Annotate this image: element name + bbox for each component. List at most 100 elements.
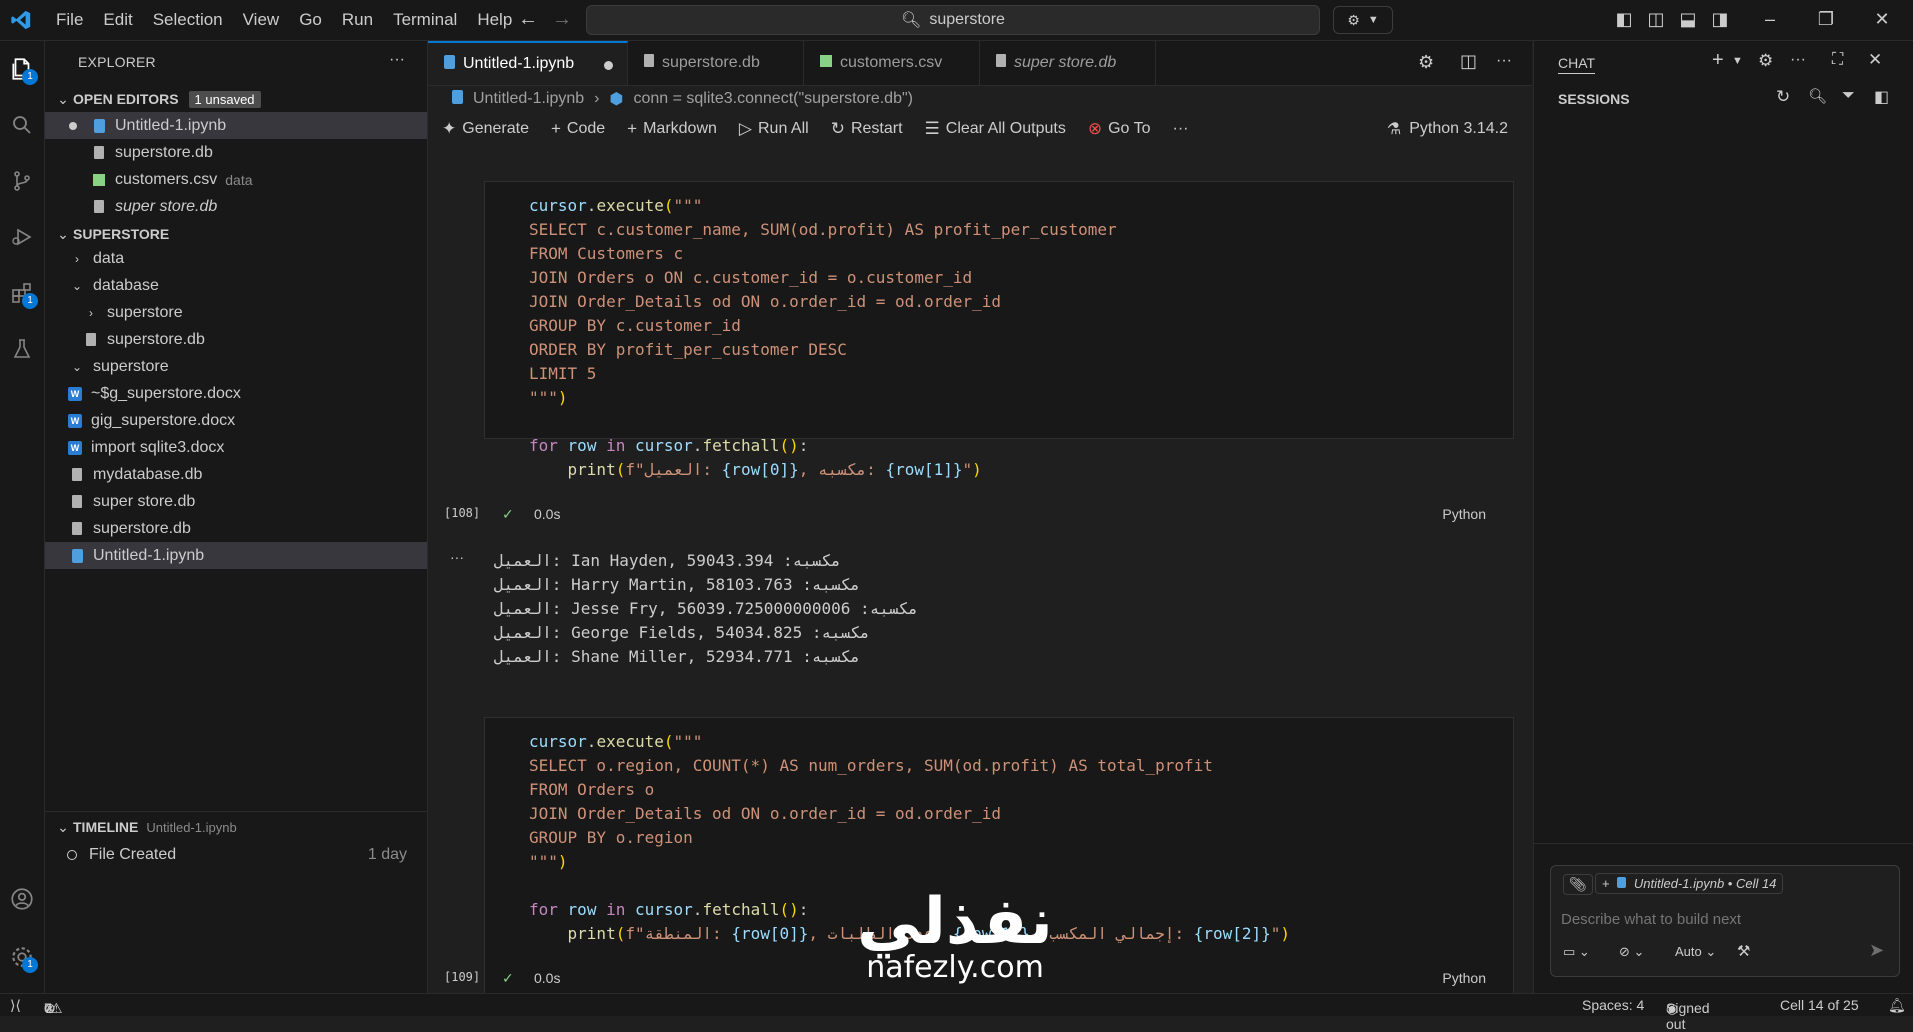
close-panel-icon[interactable]: ✕ [1868,50,1882,70]
run-debug-icon[interactable] [6,221,38,253]
tree-file[interactable]: W gig_superstore.docx [45,407,427,434]
menu-selection[interactable]: Selection [143,10,233,30]
cell-source[interactable]: cursor.execute(""" SELECT o.region, COUN… [529,730,1290,946]
cell-position-indicator[interactable]: Cell 14 of 25 [1780,997,1859,1013]
tree-folder-superstore[interactable]: ⌄ superstore [45,353,427,380]
accounts-icon[interactable] [6,883,38,915]
tree-file[interactable]: W ~$g_superstore.docx [45,380,427,407]
breadcrumb-symbol[interactable]: conn = sqlite3.connect("superstore.db") [633,90,913,108]
code-cell[interactable]: cursor.execute(""" SELECT o.region, COUN… [484,717,1514,1005]
tab-super-store-db[interactable]: super store.db [980,41,1156,85]
menu-terminal[interactable]: Terminal [383,10,467,30]
agent-mode-picker[interactable]: ▭ ⌄ [1563,944,1590,960]
generate-button[interactable]: ✦ Generate [442,119,529,139]
output-more-icon[interactable]: ··· [450,549,464,565]
open-editor-item[interactable]: customers.csv data [45,166,427,193]
toggle-secondary-sidebar-icon[interactable]: ◨ [1710,9,1730,29]
run-all-button[interactable]: ▷ Run All [739,119,809,139]
add-markdown-button[interactable]: + Markdown [627,119,717,139]
cell-language[interactable]: Python [1442,506,1486,522]
timeline-entry[interactable]: File Created 1 day [45,841,427,868]
layout-panel-icon[interactable]: ◫ [1646,9,1666,29]
unsaved-badge: 1 unsaved [188,90,261,108]
maximize-icon[interactable]: ⛶ [1832,51,1843,69]
tree-folder-superstore[interactable]: › superstore [45,299,427,326]
tab-untitled-notebook[interactable]: Untitled-1.ipynb [428,41,628,85]
toggle-panel-icon[interactable]: ⬓ [1678,9,1698,29]
notebook-settings-gear-icon[interactable]: ⚙ [1418,52,1434,73]
tools-config-icon[interactable]: ⚒ [1737,942,1750,960]
open-editor-item[interactable]: superstore.db [45,139,427,166]
remote-indicator-icon[interactable]: ⟩⟨ [10,997,21,1014]
tree-file[interactable]: superstore.db [45,326,427,353]
minimize-icon[interactable]: – [1760,9,1780,29]
manage-gear-icon[interactable]: 1 [6,941,38,973]
open-editor-name: super store.db [115,197,218,215]
restore-icon[interactable]: ❐ [1816,9,1836,29]
menu-help[interactable]: Help [467,10,522,30]
superstore-folder-header[interactable]: ⌄ SUPERSTORE [45,223,427,245]
tree-folder-data[interactable]: › data [45,245,427,272]
open-editor-item[interactable]: super store.db [45,193,427,220]
back-arrow-icon[interactable]: ← [518,8,538,31]
tree-file[interactable]: superstore.db [45,515,427,542]
menu-file[interactable]: File [46,10,93,30]
tree-file-selected[interactable]: Untitled-1.ipynb [45,542,427,569]
chat-settings-gear-icon[interactable]: ⚙ [1758,51,1773,71]
menu-view[interactable]: View [233,10,290,30]
tree-file[interactable]: mydatabase.db [45,461,427,488]
chevron-down-icon[interactable]: ▼ [1732,55,1743,67]
toggle-sessions-view-icon[interactable]: ◧ [1874,87,1889,107]
menu-run[interactable]: Run [332,10,383,30]
menu-go[interactable]: Go [289,10,332,30]
filter-icon[interactable]: ⏷ [1842,87,1855,105]
toolbar-more-icon[interactable]: ··· [1172,120,1188,138]
extensions-icon[interactable]: 1 [6,277,38,309]
code-cell[interactable]: cursor.execute(""" SELECT c.customer_nam… [484,181,1514,479]
testing-flask-icon[interactable] [6,333,38,365]
go-to-button[interactable]: ⊗ Go To [1088,119,1151,139]
open-editors-header[interactable]: ⌄ OPEN EDITORS 1 unsaved [45,88,427,110]
timeline-header[interactable]: ⌄ TIMELINE Untitled-1.ipynb [45,816,427,838]
kernel-picker[interactable]: ⚗ Python 3.14.2 [1387,119,1508,139]
tree-file[interactable]: super store.db [45,488,427,515]
breadcrumb-file[interactable]: Untitled-1.ipynb [473,90,584,108]
tab-superstore-db[interactable]: superstore.db [628,41,804,85]
send-icon[interactable]: ➤ [1869,940,1884,961]
command-center-search[interactable]: 🔍︎ superstore [586,5,1320,35]
explorer-more-icon[interactable]: ··· [389,51,405,69]
new-chat-plus-icon[interactable]: + [1712,49,1724,72]
code-label: Code [566,120,606,137]
tree-folder-database[interactable]: ⌄ database [45,272,427,299]
tree-file[interactable]: W import sqlite3.docx [45,434,427,461]
notifications-bell-icon[interactable]: 🔔︎ [1888,997,1906,1014]
menu-edit[interactable]: Edit [93,10,142,30]
context-chip[interactable]: + Untitled-1.ipynb • Cell 14 [1595,873,1784,894]
tab-customers-csv[interactable]: customers.csv [804,41,980,85]
attach-paperclip-icon[interactable]: 📎︎ [1563,874,1593,895]
open-editor-item[interactable]: Untitled-1.ipynb [45,112,427,139]
chat-more-icon[interactable]: ··· [1790,51,1806,69]
cell-language[interactable]: Python [1442,970,1486,986]
refresh-icon[interactable]: ↻ [1776,87,1790,107]
add-code-button[interactable]: + Code [551,119,605,139]
chat-prompt-input[interactable] [1559,906,1893,932]
tools-picker[interactable]: ⊘ ⌄ [1619,944,1644,960]
indentation-indicator[interactable]: Spaces: 4 [1582,997,1644,1013]
close-icon[interactable]: ✕ [1872,9,1892,29]
forward-arrow-icon[interactable]: → [552,8,572,31]
source-control-icon[interactable] [6,165,38,197]
toggle-primary-sidebar-icon[interactable]: ◧ [1614,9,1634,29]
restart-button[interactable]: ↻ Restart [831,119,903,139]
cell-source[interactable]: cursor.execute(""" SELECT c.customer_nam… [529,194,1117,482]
clear-all-outputs-button[interactable]: ☰ Clear All Outputs [925,119,1066,139]
copilot-button[interactable]: ⚙ ▼ [1333,6,1393,34]
explorer-icon[interactable]: 1 [6,53,38,85]
model-picker[interactable]: Auto ⌄ [1675,944,1716,960]
search-icon[interactable] [6,109,38,141]
search-sessions-icon[interactable]: 🔍︎ [1808,87,1827,105]
chat-input-box[interactable]: 📎︎ + Untitled-1.ipynb • Cell 14 ▭ ⌄ ⊘ ⌄ … [1550,865,1900,977]
run-all-icon: ▷ [738,119,752,138]
split-editor-icon[interactable]: ◫ [1460,51,1477,72]
editor-more-icon[interactable]: ··· [1496,52,1512,70]
